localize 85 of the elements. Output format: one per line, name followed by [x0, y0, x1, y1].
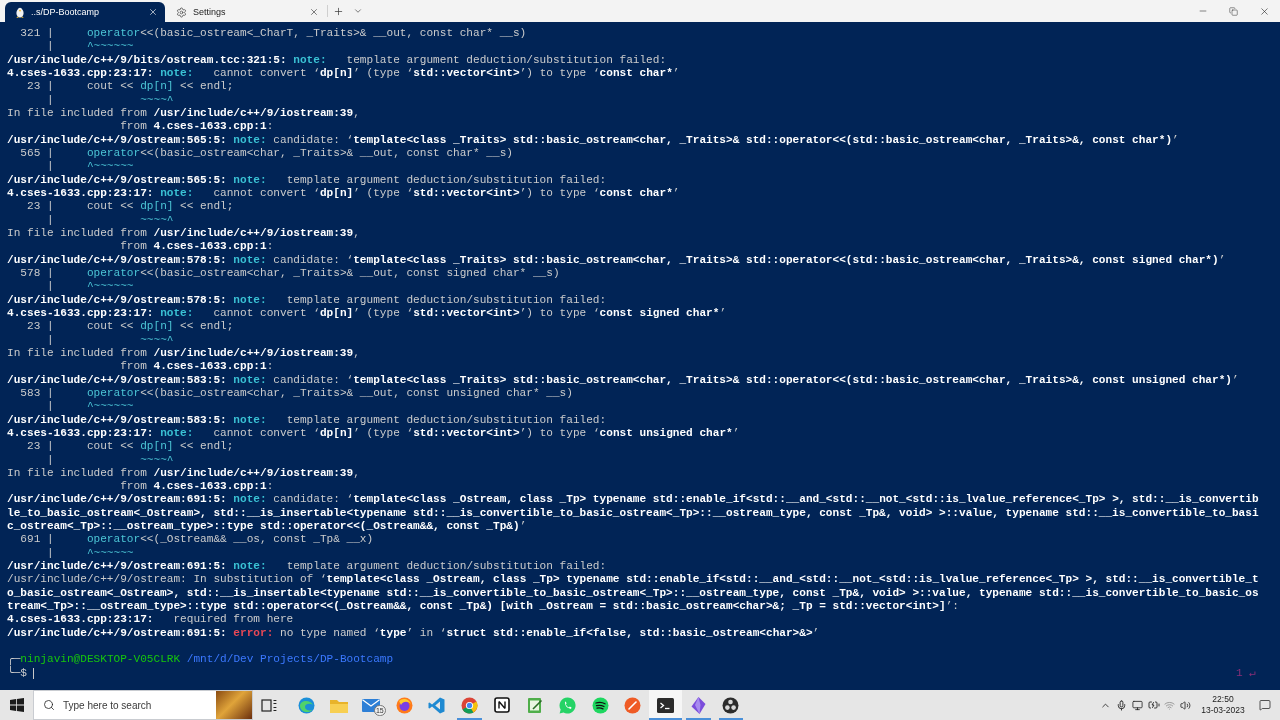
notepad-icon[interactable]	[526, 696, 543, 714]
tab[interactable]: ..s/DP-Bootcamp	[5, 2, 165, 22]
prompt-user: ninjavin@DESKTOP-V05CLRK	[20, 653, 181, 666]
text-cursor	[33, 667, 34, 679]
close-icon[interactable]	[148, 7, 158, 17]
terminal-line: /usr/include/c++/9/ostream:578:5: note: candidate: ‘template<class _Traits> std::basic_ostream<char, _Traits>& std::operator<<(std::basic_ostream<char, _Traits>&, const signed char*)’	[7, 253, 1226, 267]
slashed-circle-icon[interactable]	[624, 696, 642, 714]
prompt-corner: ╭─	[7, 653, 21, 666]
terminal-line: In file included from /usr/include/c++/9/iostream:39,	[7, 346, 360, 361]
terminal-line: | ^~~~~~~	[45, 280, 134, 294]
terminal-line: | ~~~~^	[45, 453, 174, 467]
penguin-icon	[15, 6, 25, 18]
prompt-path: /mnt/d/Dev Projects/DP-Bootcamp	[186, 653, 394, 667]
terminal-line: from 4.cses-1633.cpp:1:	[119, 240, 274, 254]
terminal-line: from 4.cses-1633.cpp:1:	[119, 120, 274, 134]
terminal-line: from 4.cses-1633.cpp:1:	[119, 360, 274, 374]
terminal-line: | ^~~~~~~	[45, 40, 134, 54]
terminal-line: tream<_Tp>::__ostream_type>::type std::operator<<(_Ostream&&, const _Tp&) [with _Ostream = std::basic_ostream<char>&; _Tp = std::vector<int>]’:	[7, 600, 959, 614]
terminal-line: c_ostream<_Tp>::__ostream_type>::type std::operator<<(_Ostream&&, const _Tp&)’	[7, 520, 527, 534]
terminal-line: 23 | cout << dp[n] << endl;	[25, 320, 234, 334]
terminal-line: 23 | cout << dp[n] << endl;	[25, 440, 234, 454]
terminal-line: from 4.cses-1633.cpp:1:	[119, 480, 274, 494]
terminal-line: | ~~~~^	[45, 333, 174, 347]
swirl-icon[interactable]	[297, 696, 315, 714]
terminal-line: 4.cses-1633.cpp:23:17: note: cannot convert ‘dp[n]’ (type ‘std::vector<int>’) to type ‘const char*’	[7, 67, 680, 81]
terminal-line: | ~~~~^	[45, 93, 174, 107]
taskbar-button[interactable]	[649, 690, 682, 720]
terminal-line: le_to_basic_ostream<_Ostream>, std::__is_insertable<typename std::__is_convertible_to_basic_ostream<_Tp>::__ostream_type, const _Tp&, void> >::value, typename std::__is_convertible_to_basi	[7, 506, 1259, 521]
prompt-symbol: $	[20, 666, 27, 681]
sound-arcs-icon[interactable]	[591, 696, 609, 714]
terminal-line: /usr/include/c++/9/bits/ostream.tcc:321:5: note: template argument deduction/substitution failed:	[7, 53, 667, 67]
terminal-line: /usr/include/c++/9/ostream:583:5: note: template argument deduction/substitution failed:	[7, 413, 607, 427]
close-icon[interactable]	[1259, 5, 1271, 17]
terminal-line: /usr/include/c++/9/ostream:691:5: note: template argument deduction/substitution failed:	[7, 560, 607, 574]
terminal-line: In file included from /usr/include/c++/9/iostream:39,	[7, 466, 360, 481]
terminal-line: 691 | operator<<(_Ostream&& __os, const _Tp& __x)	[19, 533, 374, 547]
terminal-line: /usr/include/c++/9/ostream:565:5: note: template argument deduction/substitution failed:	[7, 173, 607, 187]
terminal-line: /usr/include/c++/9/ostream:578:5: note: template argument deduction/substitution failed:	[7, 293, 607, 307]
microphone-icon[interactable]	[1116, 699, 1127, 711]
search-highlight-image	[216, 691, 252, 719]
terminal-line: o_basic_ostream<_Ostream>, std::__is_insertable<typename std::__is_convertible_to_basic_ostream<_Tp>::__ostream_type, const _Tp&, void> >::value, typename std::__is_convertible_to_basic_os	[7, 586, 1259, 601]
search-icon	[43, 699, 55, 711]
terminal-line: /usr/include/c++/9/ostream:565:5: note: candidate: ‘template<class _Traits> std::basic_ostream<char, _Traits>& std::operator<<(std::basic_ostream<char, _Traits>&, const char*)’	[7, 133, 1179, 147]
ribbon-icon[interactable]	[428, 696, 446, 714]
terminal-line: /usr/include/c++/9/ostream:691:5: error: no type named ‘type’ in ‘struct std::enable_if<false, std::basic_ostream<char>&>’	[7, 626, 820, 641]
terminal-line: | ^~~~~~~	[45, 160, 134, 174]
framed-square-icon[interactable]	[494, 697, 511, 713]
tab[interactable]: Settings	[166, 2, 326, 22]
terminal-line: | ^~~~~~~	[45, 400, 134, 414]
terminal-line: 321 | operator<<(basic_ostream<_CharT, _Traits>& __out, const char* __s)	[19, 27, 527, 41]
terminal-line: In file included from /usr/include/c++/9/iostream:39,	[7, 226, 360, 241]
close-icon[interactable]	[309, 7, 319, 17]
terminal-line: /usr/include/c++/9/ostream:583:5: note: candidate: ‘template<class _Traits> std::basic_ostream<char, _Traits>& std::operator<<(std::basic_ostream<char, _Traits>&, const unsigned char*)’	[7, 373, 1239, 387]
exit-status: 1 ↵	[1236, 666, 1256, 681]
chevron-down-icon[interactable]	[353, 6, 363, 16]
task-view-icon[interactable]	[261, 698, 278, 712]
clock[interactable]: 22:50 13-03-2023	[1195, 694, 1251, 716]
new-tab-icon[interactable]	[332, 5, 344, 17]
search-field[interactable]: Type here to search	[33, 690, 253, 720]
terminal-line: 23 | cout << dp[n] << endl;	[25, 80, 234, 94]
settings-icon	[176, 6, 187, 18]
flame-globe-icon[interactable]	[395, 696, 413, 714]
terminal-line: | ~~~~^	[45, 213, 174, 227]
terminal-line: 23 | cout << dp[n] << endl;	[25, 200, 234, 214]
terminal-line: /usr/include/c++/9/ostream:691:5: note: candidate: ‘template<class _Ostream, class _Tp> typename std::enable_if<std::__and_<std::__not_<std::is_lvalue_reference<_Tp> >, std::__is_convertib	[7, 493, 1259, 507]
segmented-circle-icon[interactable]	[460, 696, 478, 714]
notification-icon[interactable]	[1259, 699, 1271, 711]
battery-icon[interactable]	[1147, 699, 1160, 711]
terminal-line: 578 | operator<<(basic_ostream<char, _Traits>& __out, const signed char* __s)	[19, 266, 560, 281]
orb-icon[interactable]	[722, 696, 740, 714]
monitor-icon[interactable]	[1132, 699, 1143, 711]
terminal-icon[interactable]	[657, 697, 675, 713]
terminal-line: 4.cses-1633.cpp:23:17: note: cannot convert ‘dp[n]’ (type ‘std::vector<int>’) to type ‘const unsigned char*’	[7, 426, 740, 441]
gem-icon[interactable]	[690, 696, 706, 714]
terminal-line: 4.cses-1633.cpp:23:17: note: cannot convert ‘dp[n]’ (type ‘std::vector<int>’) to type ‘const char*’	[7, 186, 680, 201]
terminal-line: In file included from /usr/include/c++/9/iostream:39,	[7, 106, 360, 121]
terminal-line: 565 | operator<<(basic_ostream<char, _Traits>& __out, const char* __s)	[19, 146, 513, 161]
terminal-line: 583 | operator<<(basic_ostream<char, _Traits>& __out, const unsigned char* __s)	[19, 386, 573, 401]
speaker-icon[interactable]	[1180, 699, 1191, 711]
terminal-line: 4.cses-1633.cpp:23:17: note: cannot convert ‘dp[n]’ (type ‘std::vector<int>’) to type ‘const signed char*’	[7, 306, 727, 321]
terminal-line: 4.cses-1633.cpp:23:17: required from here	[7, 613, 294, 627]
prompt-corner: ╰─	[7, 666, 21, 681]
terminal-line: | ^~~~~~~	[45, 546, 134, 561]
terminal-line: /usr/include/c++/9/ostream: In substitution of ‘template<class _Ostream, class _Tp> typename std::enable_if<std::__and_<std::__not_<std::is_lvalue_reference<_Tp> >, std::__is_convertible_t	[7, 573, 1259, 587]
windows-icon	[9, 698, 24, 712]
